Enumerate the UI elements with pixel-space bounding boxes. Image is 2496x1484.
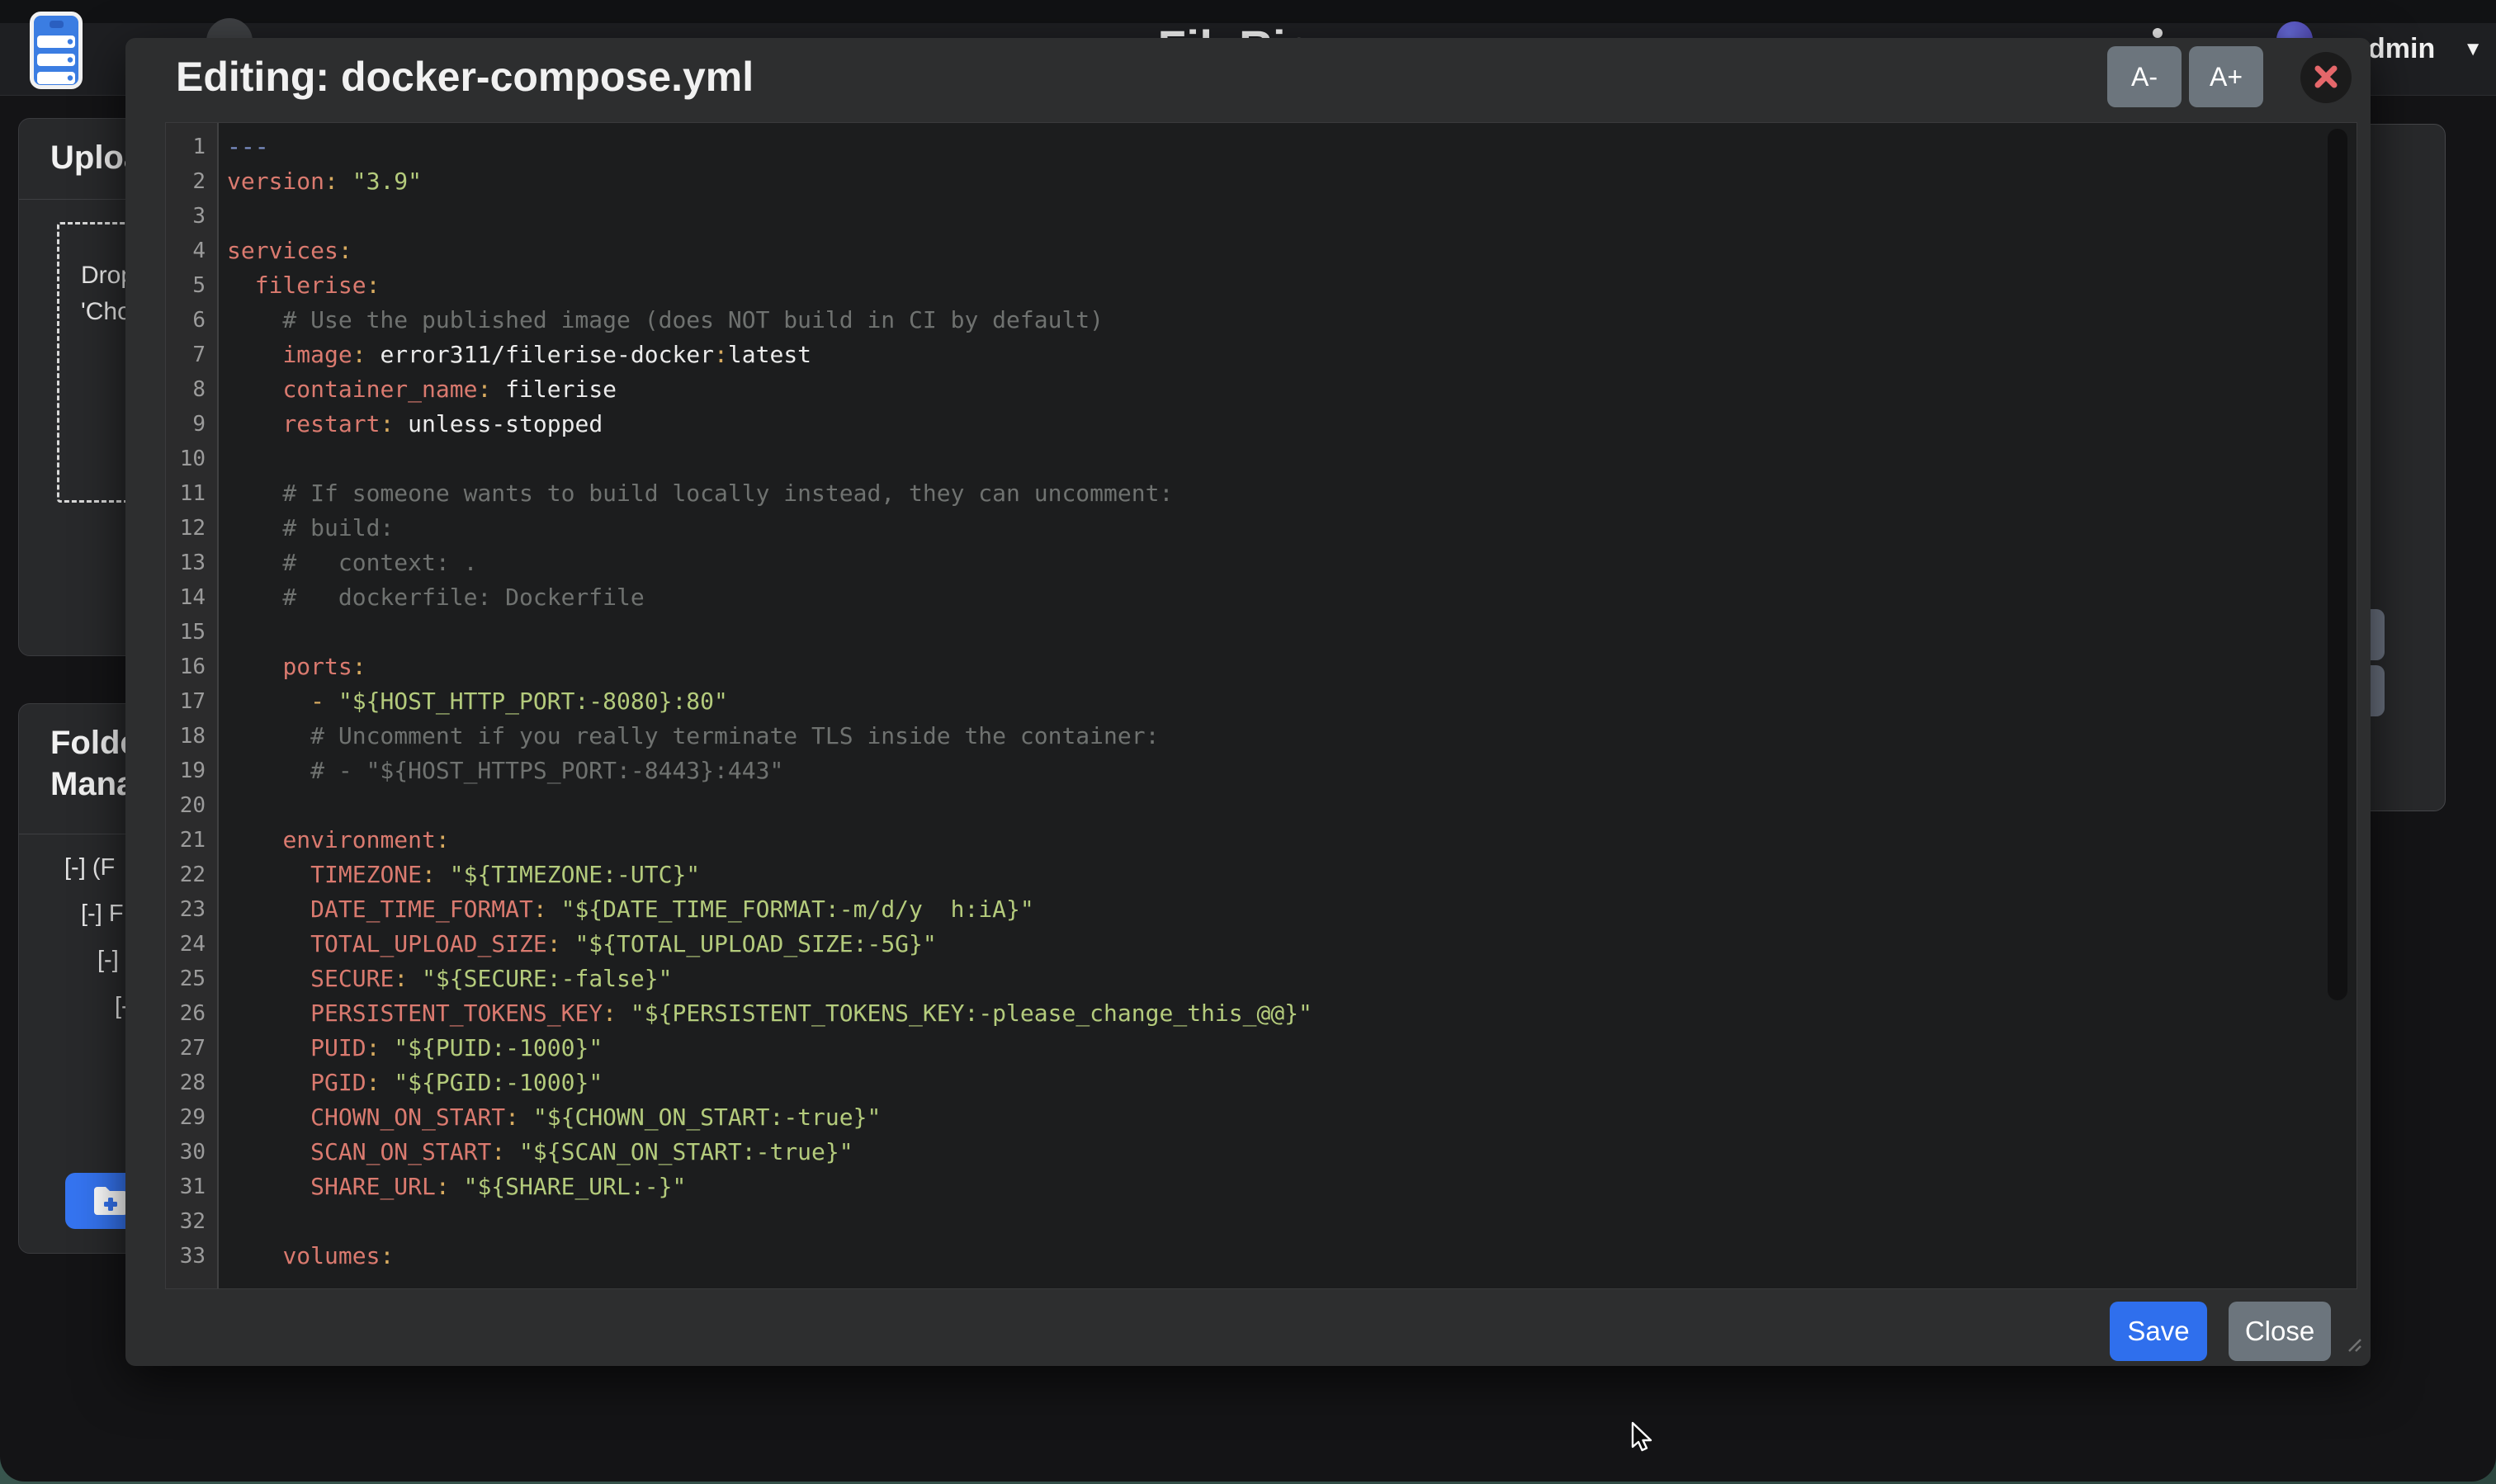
- code-line: [227, 615, 2357, 650]
- code-line: environment:: [227, 823, 2357, 858]
- code-line: restart: unless-stopped: [227, 407, 2357, 442]
- line-number: 1: [166, 130, 206, 164]
- line-number: 18: [166, 719, 206, 754]
- code-line: # Uncomment if you really terminate TLS …: [227, 719, 2357, 754]
- code-line: volumes:: [227, 1239, 2357, 1274]
- line-number: 25: [166, 962, 206, 996]
- chevron-down-icon: ▼: [2463, 38, 2483, 61]
- code-line: # build:: [227, 511, 2357, 546]
- line-number: 2: [166, 164, 206, 199]
- line-number: 5: [166, 268, 206, 303]
- code-line: [227, 788, 2357, 823]
- line-number-gutter: 1234567891011121314151617181920212223242…: [166, 123, 219, 1288]
- code-line: # context: .: [227, 546, 2357, 580]
- line-number: 33: [166, 1239, 206, 1274]
- line-number: 32: [166, 1204, 206, 1239]
- line-number: 7: [166, 338, 206, 372]
- code-line: filerise:: [227, 268, 2357, 303]
- line-number: 12: [166, 511, 206, 546]
- close-button[interactable]: Close: [2229, 1302, 2331, 1361]
- code-line: image: error311/filerise-docker:latest: [227, 338, 2357, 372]
- line-number: 15: [166, 615, 206, 650]
- code-line: [227, 1204, 2357, 1239]
- line-number: 31: [166, 1170, 206, 1204]
- user-menu[interactable]: admin ▼: [2352, 33, 2483, 65]
- line-number: 4: [166, 234, 206, 268]
- resize-handle[interactable]: [2341, 1331, 2362, 1353]
- line-number: 30: [166, 1135, 206, 1170]
- code-line: ports:: [227, 650, 2357, 684]
- editor-scrollbar-thumb[interactable]: [2328, 129, 2347, 1000]
- code-line: services:: [227, 234, 2357, 268]
- line-number: 13: [166, 546, 206, 580]
- line-number: 24: [166, 927, 206, 962]
- line-number: 20: [166, 788, 206, 823]
- header-icon[interactable]: [2153, 28, 2163, 38]
- line-number: 8: [166, 372, 206, 407]
- app-window: FileRise admin ▼ Upload Drop files here …: [0, 0, 2496, 1482]
- font-increase-button[interactable]: A+: [2189, 46, 2263, 107]
- folder-plus-icon: [92, 1185, 129, 1217]
- code-line: SCAN_ON_START: "${SCAN_ON_START:-true}": [227, 1135, 2357, 1170]
- code-line: - "${HOST_HTTP_PORT:-8080}:80": [227, 684, 2357, 719]
- code-line: [227, 442, 2357, 476]
- modal-title: Editing: docker-compose.yml: [176, 53, 754, 101]
- line-number: 29: [166, 1100, 206, 1135]
- code-line: DATE_TIME_FORMAT: "${DATE_TIME_FORMAT:-m…: [227, 892, 2357, 927]
- close-icon: [2314, 64, 2338, 92]
- line-number: 27: [166, 1031, 206, 1066]
- font-decrease-button[interactable]: A-: [2107, 46, 2182, 107]
- line-number: 19: [166, 754, 206, 788]
- code-line: # Use the published image (does NOT buil…: [227, 303, 2357, 338]
- line-number: 21: [166, 823, 206, 858]
- code-line: SECURE: "${SECURE:-false}": [227, 962, 2357, 996]
- line-number: 3: [166, 199, 206, 234]
- line-number: 26: [166, 996, 206, 1031]
- line-number: 6: [166, 303, 206, 338]
- line-number: 23: [166, 892, 206, 927]
- line-number: 9: [166, 407, 206, 442]
- mouse-cursor: [1630, 1421, 1658, 1454]
- code-line: PGID: "${PGID:-1000}": [227, 1066, 2357, 1100]
- line-number: 11: [166, 476, 206, 511]
- edit-file-modal: Editing: docker-compose.yml A- A+ 123456…: [125, 38, 2371, 1366]
- code-line: PUID: "${PUID:-1000}": [227, 1031, 2357, 1066]
- code-line: version: "3.9": [227, 164, 2357, 199]
- line-number: 22: [166, 858, 206, 892]
- code-line: PERSISTENT_TOKENS_KEY: "${PERSISTENT_TOK…: [227, 996, 2357, 1031]
- code-line: ---: [227, 130, 2357, 164]
- line-number: 16: [166, 650, 206, 684]
- close-modal-button[interactable]: [2300, 52, 2352, 103]
- line-number: 17: [166, 684, 206, 719]
- code-line: TIMEZONE: "${TIMEZONE:-UTC}": [227, 858, 2357, 892]
- line-number: 28: [166, 1066, 206, 1100]
- code-line: # - "${HOST_HTTPS_PORT:-8443}:443": [227, 754, 2357, 788]
- code-line: # If someone wants to build locally inst…: [227, 476, 2357, 511]
- code-line: CHOWN_ON_START: "${CHOWN_ON_START:-true}…: [227, 1100, 2357, 1135]
- code-line: [227, 199, 2357, 234]
- code-editor[interactable]: 1234567891011121314151617181920212223242…: [165, 122, 2357, 1289]
- line-number: 10: [166, 442, 206, 476]
- line-number: 14: [166, 580, 206, 615]
- code-line: # dockerfile: Dockerfile: [227, 580, 2357, 615]
- code-line: container_name: filerise: [227, 372, 2357, 407]
- save-button[interactable]: Save: [2110, 1302, 2207, 1361]
- code-line: SHARE_URL: "${SHARE_URL:-}": [227, 1170, 2357, 1204]
- code-line: TOTAL_UPLOAD_SIZE: "${TOTAL_UPLOAD_SIZE:…: [227, 927, 2357, 962]
- code-area[interactable]: ---version: "3.9" services: filerise: # U…: [219, 123, 2357, 1288]
